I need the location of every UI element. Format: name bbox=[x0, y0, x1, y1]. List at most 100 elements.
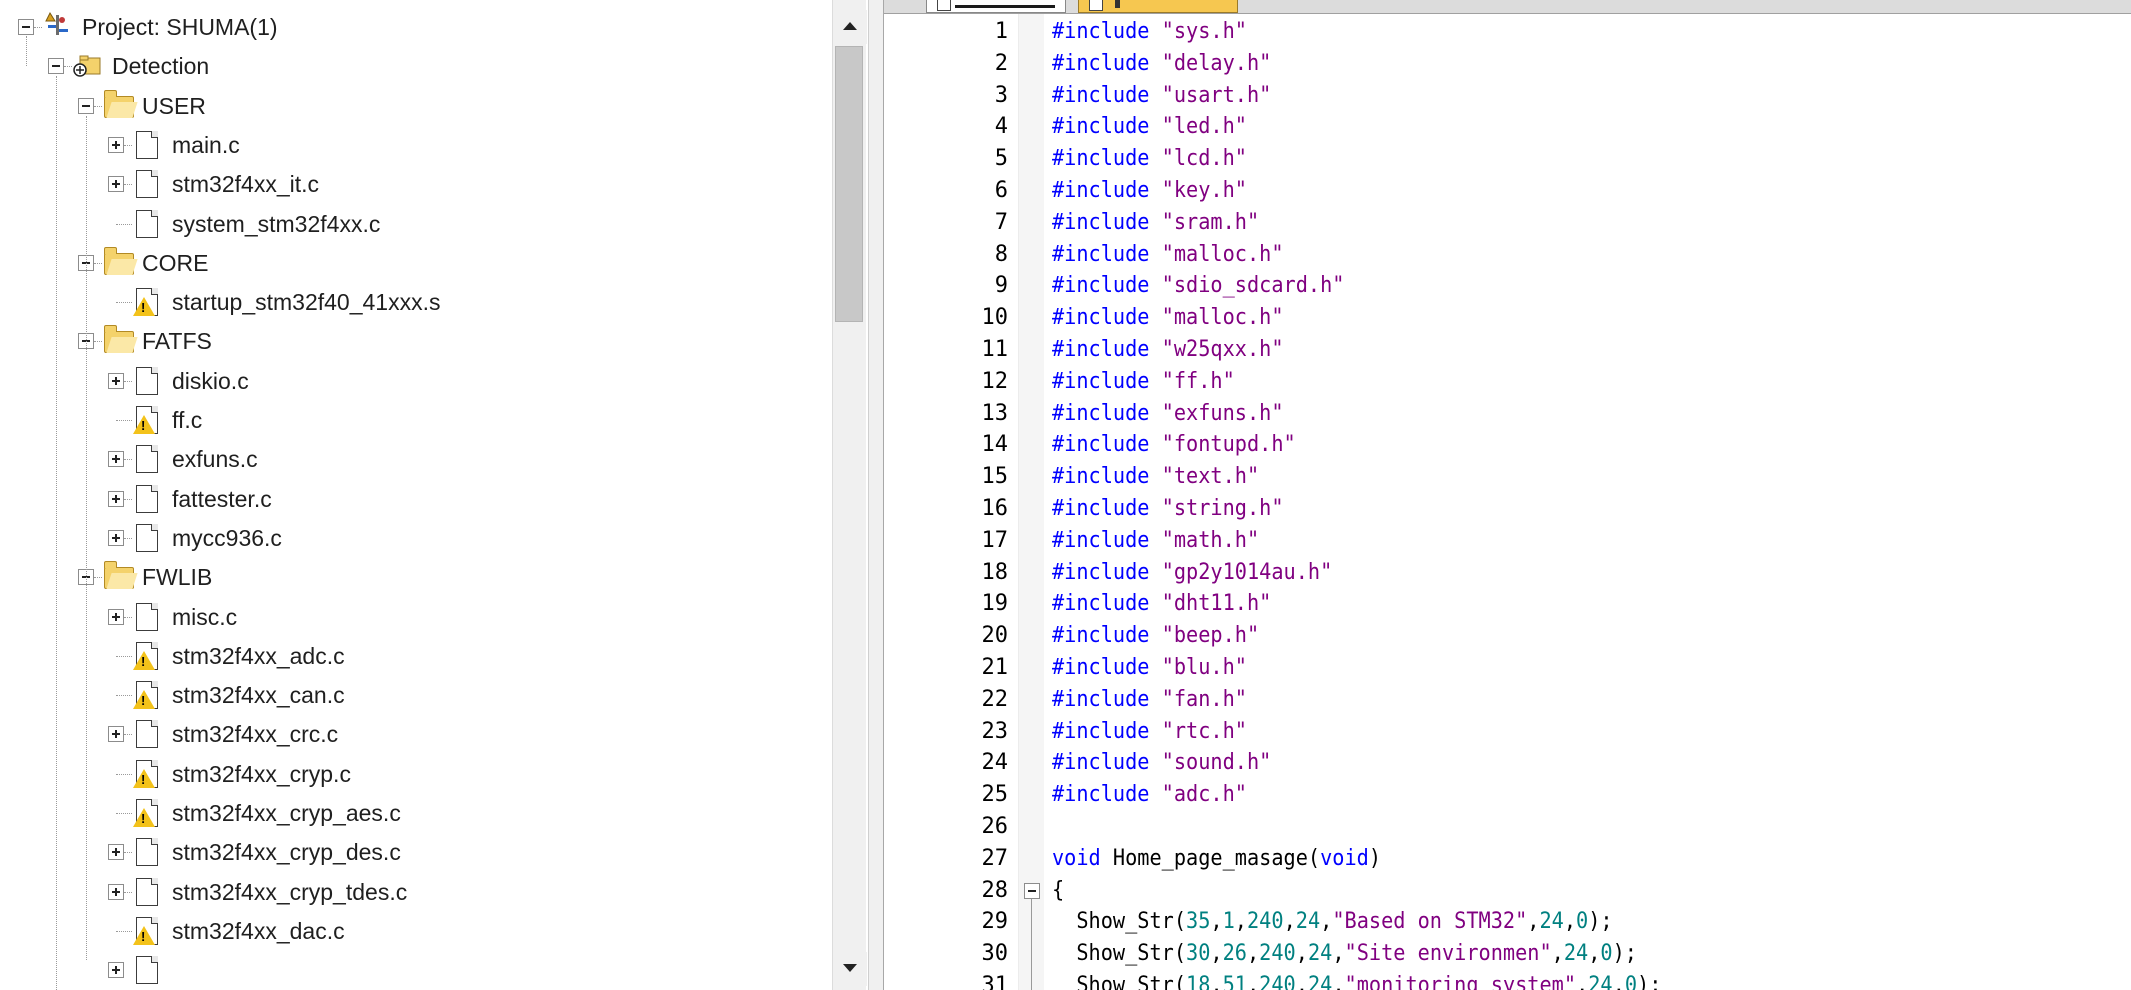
tree-connector bbox=[124, 616, 132, 618]
code-line[interactable]: Show_Str(30,26,240,24,"Site environmen",… bbox=[1052, 938, 1637, 970]
collapse-icon[interactable] bbox=[78, 97, 94, 114]
expand-icon[interactable] bbox=[108, 490, 124, 507]
code-line[interactable]: #include "adc.h" bbox=[1052, 779, 1247, 811]
code-token: 24 bbox=[1539, 909, 1564, 935]
code-token: "delay.h" bbox=[1161, 50, 1272, 76]
code-line[interactable]: #include "fontupd.h" bbox=[1052, 429, 1296, 461]
code-line[interactable]: #include "ff.h" bbox=[1052, 366, 1235, 398]
tree-scroll-thumb[interactable] bbox=[835, 46, 863, 322]
line-number: 17 bbox=[981, 527, 1009, 553]
warning-file-icon bbox=[133, 916, 158, 945]
collapse-icon[interactable] bbox=[48, 58, 64, 75]
code-line[interactable]: void Home_page_masage(void) bbox=[1052, 843, 1381, 875]
code-token: 0 bbox=[1576, 909, 1589, 935]
code-editor[interactable]: 1 2 3 4 5 6 7 8 9 10 11 12 13 14 15 16 17 18 19 20 21 22 23 24 2… bbox=[884, 0, 2131, 990]
expand-icon[interactable] bbox=[108, 136, 124, 153]
line-number: 12 bbox=[981, 368, 1009, 394]
code-line[interactable]: #include "malloc.h" bbox=[1052, 239, 1284, 271]
code-line[interactable]: #include "rtc.h" bbox=[1052, 716, 1247, 748]
code-line[interactable]: Show_Str(35,1,240,24,"Based on STM32",24… bbox=[1052, 906, 1612, 938]
expand-icon[interactable] bbox=[108, 372, 124, 389]
code-token: #include bbox=[1052, 114, 1162, 140]
expand-icon[interactable] bbox=[108, 608, 124, 625]
code-token: #include bbox=[1052, 750, 1162, 776]
code-token: #include bbox=[1052, 241, 1162, 267]
code-token: "gp2y1014au.h" bbox=[1161, 559, 1333, 585]
tree-connector bbox=[94, 341, 102, 343]
code-line[interactable]: #include "dht11.h" bbox=[1052, 588, 1271, 620]
code-text-area[interactable]: #include "sys.h" #include "delay.h" #inclu… bbox=[1044, 14, 2131, 990]
tree-item-label: stm32f4xx_adc.c bbox=[172, 642, 345, 669]
panel-splitter[interactable] bbox=[868, 0, 884, 990]
tree-connector bbox=[124, 852, 132, 854]
code-line[interactable]: #include "key.h" bbox=[1052, 175, 1247, 207]
code-line[interactable]: #include "w25qxx.h" bbox=[1052, 334, 1284, 366]
code-line[interactable]: #include "text.h" bbox=[1052, 461, 1259, 493]
code-line[interactable]: #include "string.h" bbox=[1052, 493, 1284, 525]
code-token: #include bbox=[1052, 655, 1162, 680]
tree-connector bbox=[64, 66, 72, 68]
code-line[interactable]: #include "blu.h" bbox=[1052, 652, 1247, 684]
code-token: 240 bbox=[1259, 973, 1296, 990]
code-line[interactable]: #include "fan.h" bbox=[1052, 684, 1247, 716]
code-token: , bbox=[1527, 909, 1540, 935]
code-token: , bbox=[1210, 941, 1223, 967]
code-line[interactable]: #include "malloc.h" bbox=[1052, 302, 1284, 334]
tree-connector bbox=[116, 302, 132, 304]
code-line[interactable]: #include "exfuns.h" bbox=[1052, 398, 1284, 430]
scroll-up-arrow-icon[interactable] bbox=[833, 10, 867, 44]
code-token: #include bbox=[1052, 273, 1162, 299]
code-line[interactable]: #include "usart.h" bbox=[1052, 80, 1271, 112]
tree-scrollbar[interactable] bbox=[832, 0, 867, 990]
tree-item-label: stm32f4xx_cryp_tdes.c bbox=[172, 878, 408, 905]
code-line[interactable]: #include "led.h" bbox=[1052, 111, 1247, 143]
line-number: 5 bbox=[994, 146, 1008, 172]
code-token: "malloc.h" bbox=[1161, 305, 1284, 331]
code-token: "fontupd.h" bbox=[1161, 432, 1296, 458]
code-line[interactable]: #include "math.h" bbox=[1052, 525, 1259, 557]
expand-icon[interactable] bbox=[108, 726, 124, 743]
code-token: , bbox=[1210, 909, 1223, 935]
code-line[interactable]: #include "delay.h" bbox=[1052, 48, 1271, 80]
code-token: "sram.h" bbox=[1161, 209, 1260, 235]
expand-icon[interactable] bbox=[108, 883, 124, 900]
code-token: , bbox=[1246, 941, 1260, 967]
code-token: 24 bbox=[1563, 941, 1589, 967]
code-line[interactable]: { bbox=[1052, 875, 1064, 907]
code-token: "blu.h" bbox=[1161, 655, 1247, 680]
expand-icon[interactable] bbox=[108, 529, 124, 546]
code-line[interactable]: #include "sdio_sdcard.h" bbox=[1052, 270, 1344, 302]
scroll-down-arrow-icon[interactable] bbox=[833, 952, 867, 986]
tree-connector bbox=[116, 655, 132, 657]
tree-guide-line bbox=[26, 36, 27, 66]
expand-icon[interactable] bbox=[108, 844, 124, 861]
editor-tab[interactable] bbox=[1078, 0, 1238, 13]
code-line[interactable]: #include "sound.h" bbox=[1052, 747, 1271, 779]
code-token: 1 bbox=[1222, 909, 1235, 935]
collapse-icon[interactable] bbox=[18, 19, 34, 35]
code-line[interactable]: #include "lcd.h" bbox=[1052, 143, 1247, 175]
file-icon bbox=[1089, 0, 1103, 11]
code-token: #include bbox=[1052, 400, 1162, 426]
code-line[interactable]: #include "sram.h" bbox=[1052, 207, 1259, 239]
line-number: 25 bbox=[981, 782, 1009, 808]
tree-item-label: FATFS bbox=[142, 328, 212, 355]
tree-item-label: system_stm32f4xx.c bbox=[172, 210, 381, 237]
warning-file-icon bbox=[133, 681, 158, 710]
code-line[interactable]: #include "sys.h" bbox=[1052, 16, 1247, 48]
tree-connector bbox=[116, 420, 132, 421]
code-line[interactable]: #include "gp2y1014au.h" bbox=[1052, 557, 1332, 589]
tree-item-label: startup_stm32f40_41xxx.s bbox=[172, 289, 441, 316]
code-line[interactable]: #include "beep.h" bbox=[1052, 620, 1259, 652]
line-number: 21 bbox=[981, 655, 1009, 680]
tree-connector bbox=[124, 144, 132, 146]
fold-collapse-icon[interactable] bbox=[1024, 882, 1040, 899]
expand-icon[interactable] bbox=[108, 176, 124, 193]
editor-tab-active[interactable] bbox=[926, 0, 1066, 13]
target-icon bbox=[72, 54, 102, 78]
file-icon bbox=[136, 484, 158, 513]
file-icon bbox=[136, 877, 158, 906]
code-line[interactable]: Show_Str(18,51,240,24,"monitoring system… bbox=[1052, 970, 1661, 990]
code-token: "adc.h" bbox=[1161, 782, 1247, 808]
expand-icon[interactable] bbox=[108, 451, 124, 468]
